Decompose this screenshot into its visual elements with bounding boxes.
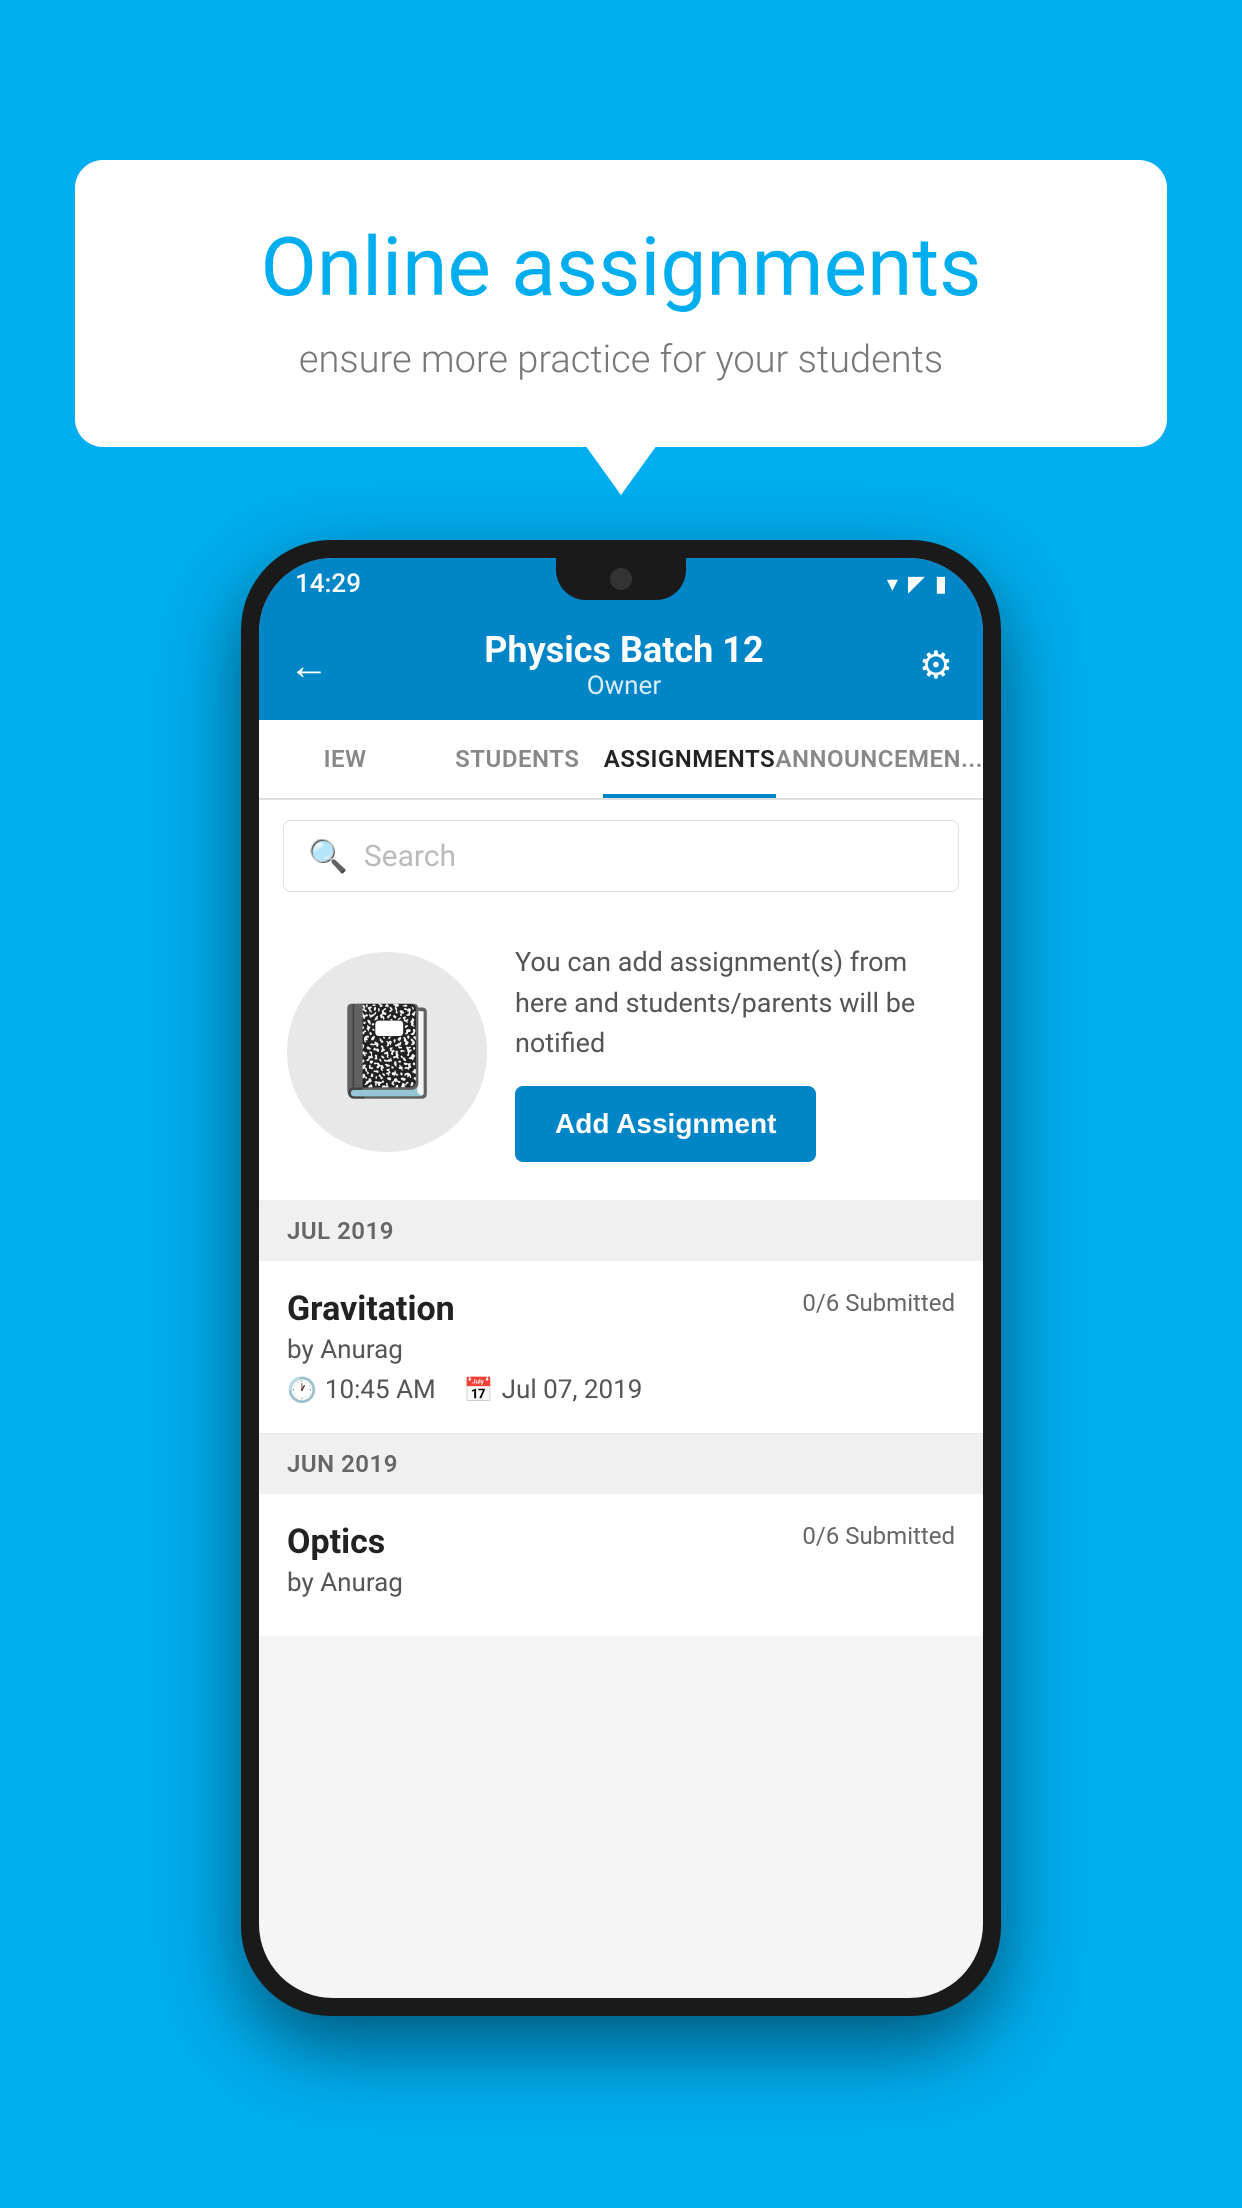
search-icon: 🔍 [308, 837, 348, 875]
search-bar[interactable]: 🔍 Search [283, 820, 959, 892]
phone-notch [556, 558, 686, 600]
status-time: 14:29 [295, 569, 361, 599]
signal-icon: ◤ [908, 572, 925, 597]
wifi-icon: ▾ [887, 572, 898, 597]
battery-icon: ▮ [935, 572, 947, 597]
phone-wrapper: 14:29 ▾ ◤ ▮ ← Physics Batch 12 Owner ⚙ [241, 540, 1001, 2016]
assignment-row-top: Gravitation 0/6 Submitted [287, 1289, 955, 1329]
speech-bubble-container: Online assignments ensure more practice … [75, 160, 1167, 447]
section-header-jul: JUL 2019 [259, 1201, 983, 1261]
assignment-date-gravitation: 📅 Jul 07, 2019 [464, 1375, 643, 1405]
status-icons: ▾ ◤ ▮ [887, 572, 947, 597]
calendar-icon: 📅 [464, 1376, 494, 1404]
header-title: Physics Batch 12 [484, 629, 763, 671]
tab-students-label: STUDENTS [455, 745, 579, 773]
speech-bubble-subtitle: ensure more practice for your students [145, 338, 1097, 382]
assignment-name-optics: Optics [287, 1522, 385, 1562]
speech-bubble: Online assignments ensure more practice … [75, 160, 1167, 447]
assignment-time-gravitation: 🕐 10:45 AM [287, 1375, 436, 1405]
section-label-jun: JUN 2019 [287, 1450, 398, 1478]
speech-bubble-title: Online assignments [145, 220, 1097, 316]
header-subtitle: Owner [484, 671, 763, 701]
app-header: ← Physics Batch 12 Owner ⚙ [259, 610, 983, 720]
clock-icon: 🕐 [287, 1376, 317, 1404]
phone-outer: 14:29 ▾ ◤ ▮ ← Physics Batch 12 Owner ⚙ [241, 540, 1001, 2016]
assignment-name-gravitation: Gravitation [287, 1289, 455, 1329]
assignment-meta-gravitation: 🕐 10:45 AM 📅 Jul 07, 2019 [287, 1375, 955, 1405]
tab-assignments-label: ASSIGNMENTS [604, 745, 775, 773]
tabs-bar: IEW STUDENTS ASSIGNMENTS ANNOUNCEMEN... [259, 720, 983, 800]
tab-iew[interactable]: IEW [259, 720, 431, 798]
assignment-submitted-optics: 0/6 Submitted [802, 1522, 955, 1550]
assignment-author-optics: by Anurag [287, 1568, 955, 1598]
promo-block: 📓 You can add assignment(s) from here an… [259, 912, 983, 1201]
assignment-author-gravitation: by Anurag [287, 1335, 955, 1365]
assignment-row-top-optics: Optics 0/6 Submitted [287, 1522, 955, 1562]
tab-students[interactable]: STUDENTS [431, 720, 603, 798]
notebook-icon: 📓 [331, 999, 443, 1104]
section-label-jul: JUL 2019 [287, 1217, 394, 1245]
search-container: 🔍 Search [259, 800, 983, 912]
tab-assignments[interactable]: ASSIGNMENTS [603, 720, 775, 798]
header-title-block: Physics Batch 12 Owner [484, 629, 763, 701]
promo-description: You can add assignment(s) from here and … [515, 942, 955, 1064]
tab-announcements-label: ANNOUNCEMEN... [776, 745, 983, 773]
assignment-date-value: Jul 07, 2019 [502, 1375, 643, 1405]
assignment-time-value: 10:45 AM [325, 1375, 436, 1405]
phone-camera [610, 568, 632, 590]
phone-screen: 14:29 ▾ ◤ ▮ ← Physics Batch 12 Owner ⚙ [259, 558, 983, 1998]
promo-text-block: You can add assignment(s) from here and … [515, 942, 955, 1162]
section-header-jun: JUN 2019 [259, 1434, 983, 1494]
settings-icon[interactable]: ⚙ [919, 643, 953, 688]
search-placeholder: Search [364, 839, 456, 874]
tab-announcements[interactable]: ANNOUNCEMEN... [776, 720, 983, 798]
assignment-item-gravitation[interactable]: Gravitation 0/6 Submitted by Anurag 🕐 10… [259, 1261, 983, 1434]
assignment-submitted-gravitation: 0/6 Submitted [802, 1289, 955, 1317]
back-button[interactable]: ← [289, 642, 329, 689]
add-assignment-button[interactable]: Add Assignment [515, 1086, 816, 1162]
promo-icon-circle: 📓 [287, 952, 487, 1152]
tab-iew-label: IEW [324, 745, 367, 773]
assignment-item-optics[interactable]: Optics 0/6 Submitted by Anurag [259, 1494, 983, 1636]
